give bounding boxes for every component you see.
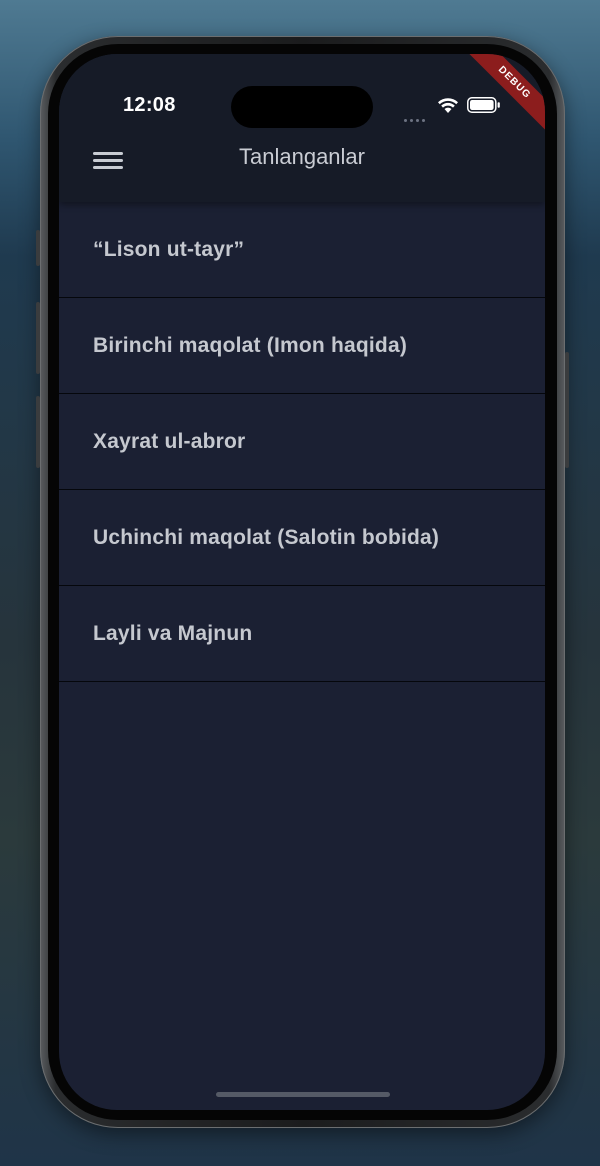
volume-down-button [36,396,40,468]
favorites-list: “Lison ut-tayr” Birinchi maqolat (Imon h… [59,202,545,682]
app-bar: 12:08 DEBUG Tanlanganlar [59,54,545,202]
page-title: Tanlanganlar [239,144,365,169]
list-item[interactable]: Layli va Majnun [59,586,545,682]
wifi-icon [438,98,458,113]
list-item-label: Uchinchi maqolat (Salotin bobida) [93,525,440,549]
debug-banner: DEBUG [460,54,545,137]
action-button [36,230,40,266]
list-item[interactable]: Xayrat ul-abror [59,394,545,490]
list-item[interactable]: “Lison ut-tayr” [59,202,545,298]
status-time: 12:08 [123,94,176,116]
phone-frame: 12:08 DEBUG Tanlanganlar “Lison ut-tayr”… [36,36,569,1128]
hamburger-menu-icon [93,152,123,155]
battery-icon [467,97,500,113]
list-item-label: Xayrat ul-abror [93,429,246,453]
list-item[interactable]: Uchinchi maqolat (Salotin bobida) [59,490,545,586]
menu-button[interactable] [89,148,129,180]
home-indicator[interactable] [216,1092,390,1097]
list-item-label: Birinchi maqolat (Imon haqida) [93,333,408,357]
list-item[interactable]: Birinchi maqolat (Imon haqida) [59,298,545,394]
power-button [565,352,569,468]
list-item-label: “Lison ut-tayr” [93,237,245,261]
cellular-signal-icon [404,109,428,122]
app-screen: 12:08 DEBUG Tanlanganlar “Lison ut-tayr”… [59,54,545,1110]
list-item-label: Layli va Majnun [93,621,253,645]
dynamic-island [231,86,373,128]
volume-up-button [36,302,40,374]
